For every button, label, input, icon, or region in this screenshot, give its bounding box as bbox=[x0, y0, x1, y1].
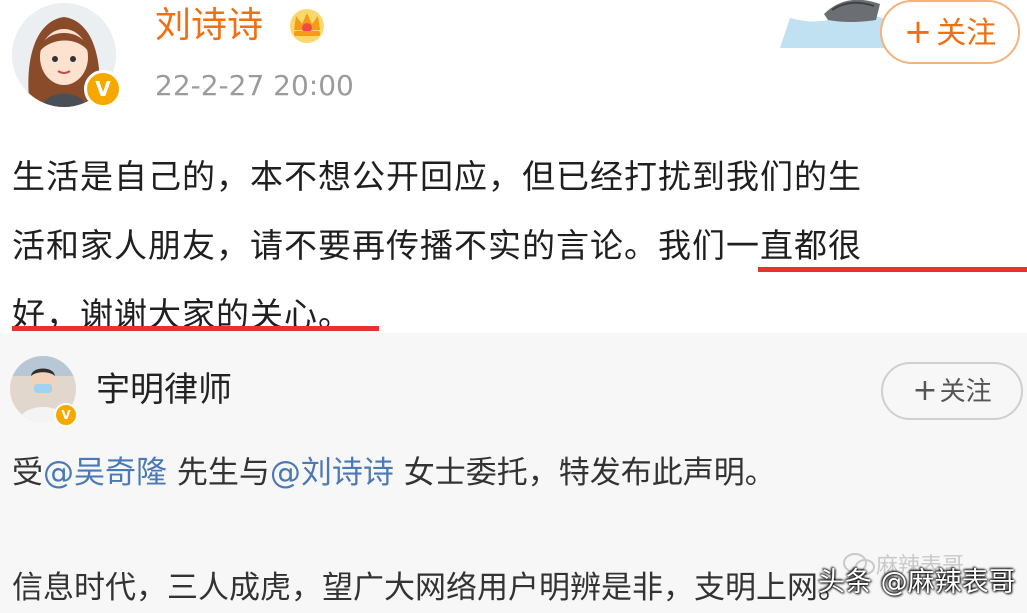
follow-label: 关注 bbox=[936, 16, 997, 51]
statement-text: 受 bbox=[12, 455, 43, 491]
post-timestamp: 22-2-27 20:00 bbox=[155, 69, 354, 102]
mention-link[interactable]: @刘诗诗 bbox=[270, 455, 394, 491]
plus-icon: + bbox=[912, 373, 938, 408]
follow-label: 关注 bbox=[939, 377, 992, 407]
post-body: 生活是自己的，本不想公开回应，但已经打扰到我们的生 活和家人朋友，请不要再传播不… bbox=[12, 142, 1017, 349]
statement-text: 女士委托，特发布此声明。 bbox=[393, 455, 776, 491]
verified-badge-icon: V bbox=[84, 70, 122, 108]
boat-icon bbox=[780, 0, 888, 48]
quoted-author-name[interactable]: 宇明律师 bbox=[96, 368, 232, 412]
highlight-underline bbox=[12, 326, 379, 331]
highlight-underline bbox=[758, 267, 1027, 272]
quoted-statement-line: 受@吴奇隆 先生与@刘诗诗 女士委托，特发布此声明。 bbox=[12, 450, 776, 496]
follow-button[interactable]: + 关注 bbox=[880, 0, 1020, 64]
plus-icon: + bbox=[903, 12, 933, 52]
quoted-statement-line: 信息时代，三人成虎，望广大网络用户明辨是非，支明上网。 bbox=[12, 570, 849, 606]
verified-badge-icon: V bbox=[54, 403, 78, 427]
statement-text: 先生与 bbox=[167, 455, 270, 491]
post-line: 生活是自己的，本不想公开回应，但已经打扰到我们的生 bbox=[12, 157, 862, 196]
quoted-follow-button[interactable]: +关注 bbox=[881, 362, 1023, 420]
author-name[interactable]: 刘诗诗 bbox=[155, 2, 263, 50]
mention-link[interactable]: @吴奇隆 bbox=[43, 455, 167, 491]
crown-icon bbox=[290, 9, 324, 43]
watermark: 头条 @麻辣表哥 bbox=[818, 567, 1016, 598]
